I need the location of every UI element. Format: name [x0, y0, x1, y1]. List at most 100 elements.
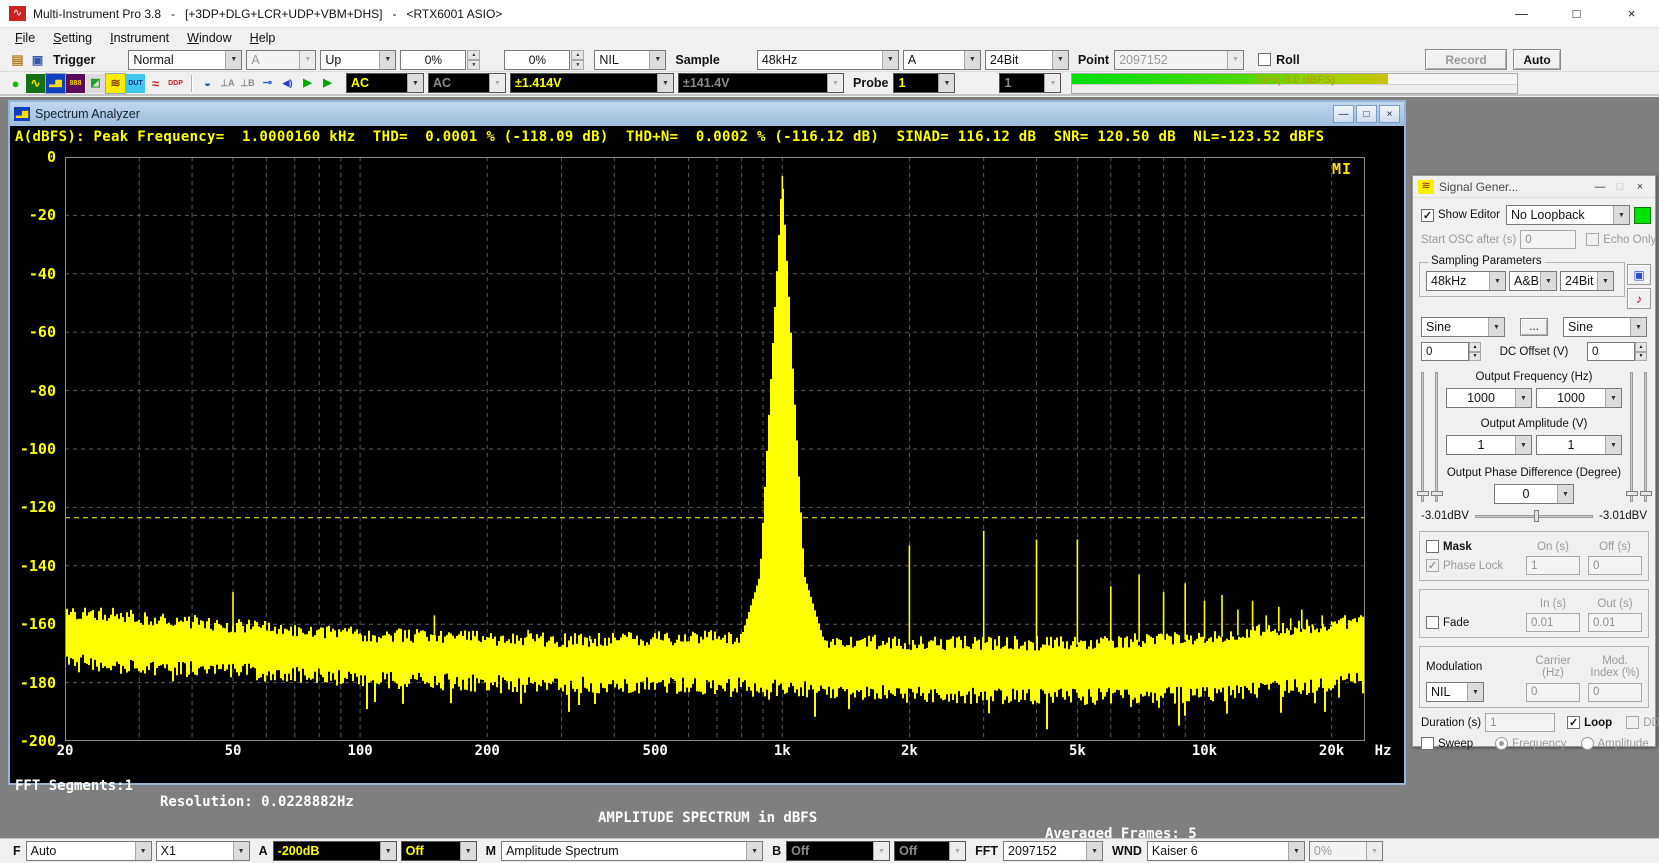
sound-calibrator-icon[interactable]: ◒ — [198, 74, 217, 93]
phase-difference-select[interactable]: 0▼ — [1494, 484, 1574, 504]
bit-depth-select[interactable]: 24Bit▼ — [985, 50, 1069, 70]
zero-calibration-b-icon[interactable]: ⊥B — [238, 74, 257, 93]
spin-up-icon[interactable]: ▲ — [1635, 342, 1647, 352]
oscilloscope-icon[interactable]: ∿ — [26, 74, 45, 93]
minimize-button[interactable]: — — [1333, 105, 1354, 123]
spectrum-analyzer-titlebar[interactable]: ▂▆ Spectrum Analyzer — □ × — [10, 102, 1404, 126]
carrier-input[interactable]: 0 — [1526, 683, 1580, 702]
save-file-icon[interactable]: ▣ — [28, 50, 47, 69]
record-button[interactable]: Record — [1425, 49, 1507, 70]
close-button[interactable]: × — [1630, 181, 1650, 193]
slider-handle[interactable] — [1534, 510, 1539, 522]
coupling-a-select[interactable]: AC▼ — [346, 73, 424, 93]
spin-down-icon[interactable]: ▼ — [1635, 352, 1647, 362]
mask-checkbox[interactable] — [1426, 540, 1439, 553]
menu-window[interactable]: Window — [178, 29, 240, 47]
close-button[interactable]: × — [1379, 105, 1400, 123]
spin-up-icon[interactable]: ▲ — [1469, 342, 1481, 352]
play-loop-icon[interactable]: ▶ — [318, 74, 337, 93]
waveform-a-select[interactable]: Sine▼ — [1421, 317, 1505, 337]
generator-rate-select[interactable]: 48kHz▼ — [1426, 271, 1506, 291]
sampling-rate-select[interactable]: 48kHz▼ — [757, 50, 899, 70]
waveform-library-button[interactable]: ♪ — [1627, 288, 1651, 309]
menu-help[interactable]: Help — [241, 29, 285, 47]
mask-off-input[interactable]: 0 — [1588, 556, 1642, 575]
menu-instrument[interactable]: Instrument — [101, 29, 178, 47]
generator-channel-select[interactable]: A&B▼ — [1509, 271, 1557, 291]
range-b-display-select[interactable]: Off▼ — [786, 841, 890, 861]
probe-calibration-icon[interactable]: ⊸ — [258, 74, 277, 93]
frequency-axis-select[interactable]: Auto▼ — [26, 841, 152, 861]
fade-out-input[interactable]: 0.01 — [1588, 613, 1642, 632]
mask-on-input[interactable]: 1 — [1526, 556, 1580, 575]
range-a-display-select[interactable]: -200dB▼ — [273, 841, 397, 861]
play-icon[interactable]: ▶ — [298, 74, 317, 93]
minimize-button[interactable]: — — [1494, 0, 1549, 27]
spin-down-icon[interactable]: ▼ — [1469, 352, 1481, 362]
show-editor-checkbox[interactable]: ✓ — [1421, 209, 1434, 222]
gain-a-select[interactable]: Off▼ — [401, 841, 477, 861]
save-waveform-button[interactable]: ▣ — [1627, 264, 1651, 285]
gain-b-select[interactable]: Off▼ — [894, 841, 966, 861]
dc-offset-a-input[interactable]: 0 — [1421, 342, 1469, 361]
range-b-select[interactable]: ±141.4V▼ — [678, 73, 844, 93]
fade-in-input[interactable]: 0.01 — [1526, 613, 1580, 632]
record-length-select[interactable]: 2097152▼ — [1114, 50, 1244, 70]
modulation-type-select[interactable]: NIL▼ — [1426, 682, 1484, 702]
frequency-a-select[interactable]: 1000▼ — [1446, 388, 1532, 408]
trigger-coupling-select[interactable]: NIL▼ — [594, 50, 666, 70]
mod-index-input[interactable]: 0 — [1588, 683, 1642, 702]
zoom-select[interactable]: X1▼ — [156, 841, 250, 861]
more-options-button[interactable]: ... — [1520, 318, 1548, 336]
overlap-select[interactable]: 0%▼ — [1309, 841, 1383, 861]
trigger-level-spinner[interactable]: 0%▲▼ — [400, 50, 480, 70]
probe-a-select[interactable]: 1▼ — [893, 73, 955, 93]
amplitude-b-select[interactable]: 1▼ — [1536, 435, 1622, 455]
start-osc-input[interactable]: 0 — [1520, 230, 1576, 249]
close-button[interactable]: × — [1604, 0, 1659, 27]
open-file-icon[interactable]: ▤ — [8, 50, 27, 69]
coupling-b-select[interactable]: AC▼ — [428, 73, 506, 93]
ddp-viewer-icon[interactable]: DDP — [166, 74, 185, 93]
spectrum-analyzer-icon[interactable]: ▂▆ — [46, 74, 65, 93]
signal-generator-titlebar[interactable]: ≋ Signal Gener... — □ × — [1413, 176, 1655, 198]
sampling-channel-select[interactable]: A▼ — [903, 50, 981, 70]
maximize-button[interactable]: □ — [1356, 105, 1377, 123]
loop-checkbox[interactable]: ✓ — [1567, 716, 1580, 729]
auto-button[interactable]: Auto — [1513, 49, 1561, 70]
trigger-edge-select[interactable]: Up▼ — [320, 50, 396, 70]
amplitude-a-select[interactable]: 1▼ — [1446, 435, 1532, 455]
menu-setting[interactable]: Setting — [44, 29, 101, 47]
fade-checkbox[interactable] — [1426, 616, 1439, 629]
generator-bits-select[interactable]: 24Bit▼ — [1560, 271, 1614, 291]
maximize-button[interactable]: □ — [1549, 0, 1604, 27]
window-function-select[interactable]: Kaiser 6▼ — [1147, 841, 1305, 861]
trigger-delay-spinner[interactable]: 0%▲▼ — [504, 50, 584, 70]
zero-calibration-a-icon[interactable]: ⊥A — [218, 74, 237, 93]
spin-down-icon[interactable]: ▼ — [467, 60, 480, 70]
multimeter-icon[interactable]: 888 — [66, 74, 85, 93]
minimize-button[interactable]: — — [1590, 181, 1610, 193]
roll-checkbox[interactable] — [1258, 53, 1271, 66]
spectrum-mode-select[interactable]: Amplitude Spectrum▼ — [501, 841, 763, 861]
speaker-icon[interactable]: ◀) — [278, 74, 297, 93]
duration-input[interactable]: 1 — [1485, 713, 1555, 732]
fft-size-select[interactable]: 2097152▼ — [1003, 841, 1103, 861]
range-a-select[interactable]: ±1.414V▼ — [510, 73, 674, 93]
spin-up-icon[interactable]: ▲ — [571, 50, 584, 60]
trigger-source-select[interactable]: A▼ — [246, 50, 316, 70]
dc-offset-b-input[interactable]: 0 — [1587, 342, 1635, 361]
spectrum-3d-plot-icon[interactable]: ◩ — [86, 74, 105, 93]
waveform-b-select[interactable]: Sine▼ — [1563, 317, 1647, 337]
generator-run-button[interactable] — [1634, 207, 1651, 224]
trigger-mode-select[interactable]: Normal▼ — [128, 50, 242, 70]
signal-generator-icon[interactable]: ≋ — [106, 74, 125, 93]
device-test-plan-icon[interactable]: DUT — [126, 74, 145, 93]
spin-down-icon[interactable]: ▼ — [571, 60, 584, 70]
spin-up-icon[interactable]: ▲ — [467, 50, 480, 60]
master-level-slider[interactable] — [1473, 509, 1595, 523]
loopback-select[interactable]: No Loopback▼ — [1506, 205, 1630, 225]
menu-file[interactable]: File — [6, 29, 44, 47]
sweep-checkbox[interactable] — [1421, 737, 1434, 750]
probe-b-select[interactable]: 1▼ — [999, 73, 1061, 93]
